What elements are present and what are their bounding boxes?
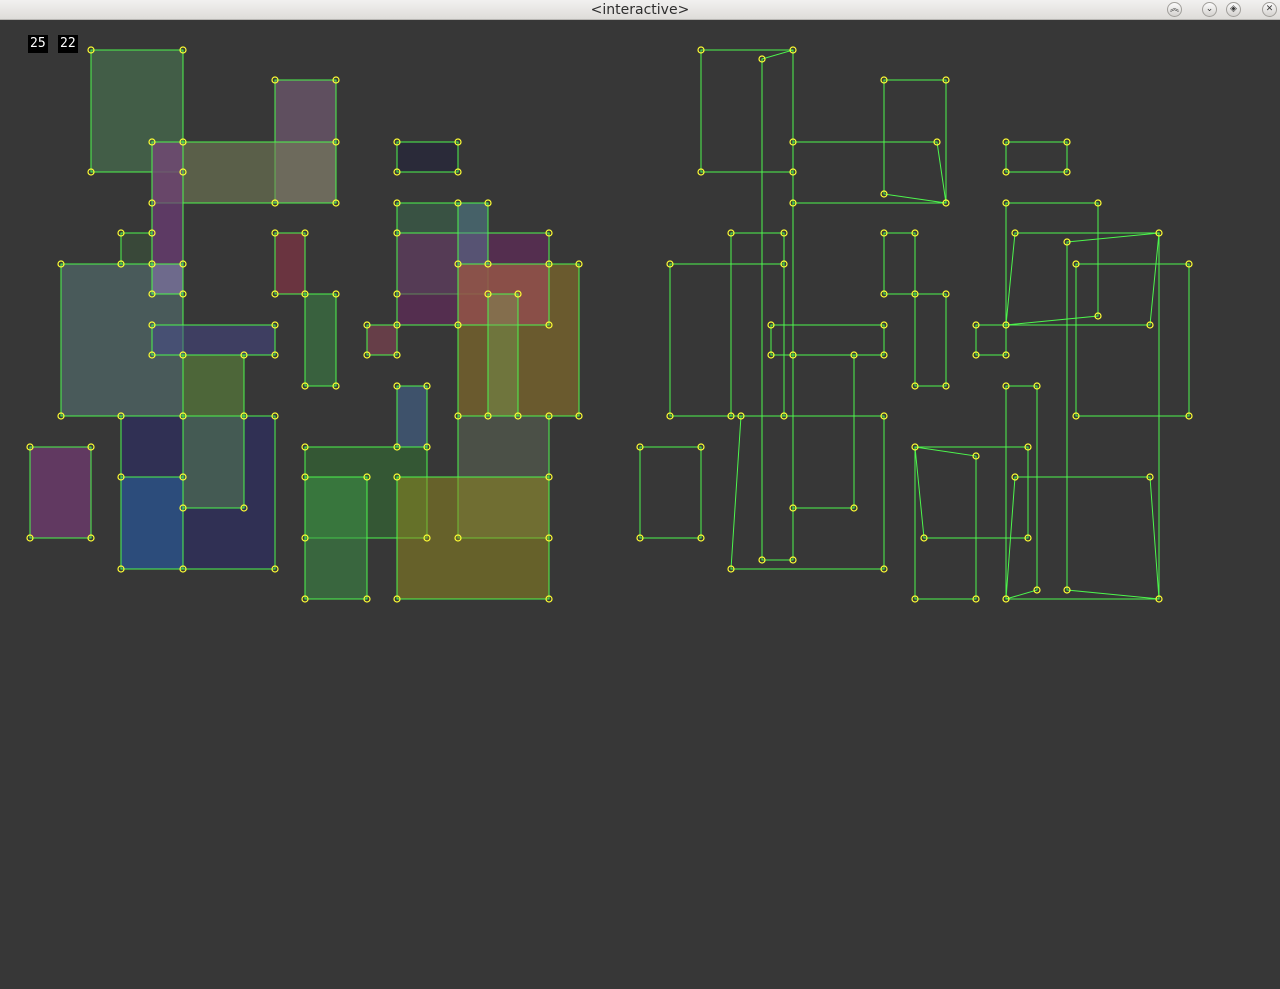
diamond-icon: ◈ <box>1230 4 1237 14</box>
drawing-canvas[interactable]: 25 22 <box>0 20 1280 989</box>
maximize-button[interactable]: ︽ <box>1167 2 1182 17</box>
outline-polygon[interactable] <box>669 263 785 417</box>
outline-polygon[interactable] <box>1005 385 1038 600</box>
filled-rectangle[interactable] <box>457 202 489 265</box>
close-button[interactable]: ✕ <box>1262 2 1277 17</box>
filled-rectangle[interactable] <box>120 476 184 570</box>
outline-polygon[interactable] <box>730 415 885 570</box>
outline-polygon[interactable] <box>1075 263 1190 417</box>
filled-rectangle[interactable] <box>396 385 428 448</box>
filled-rectangle[interactable] <box>366 324 398 356</box>
filled-rectangle[interactable] <box>29 446 92 539</box>
filled-rectangle[interactable] <box>304 476 368 600</box>
outline-polygon[interactable] <box>883 232 916 295</box>
outline-polygon[interactable] <box>639 446 702 539</box>
chevron-down-icon: ⌄ <box>1205 4 1214 14</box>
window-title: <interactive> <box>590 2 690 18</box>
filled-rectangle[interactable] <box>396 141 459 173</box>
filled-rectangle[interactable] <box>151 324 276 356</box>
outline-polygon[interactable] <box>792 141 947 204</box>
outline-polygon[interactable] <box>914 446 977 600</box>
outline-polygon[interactable] <box>914 293 947 387</box>
outline-polygon[interactable] <box>761 49 794 561</box>
close-icon: ✕ <box>1265 4 1274 14</box>
filled-rectangle[interactable] <box>120 232 153 265</box>
chevrons-up-icon: ︽ <box>1169 4 1179 14</box>
minimize-button[interactable]: ⌄ <box>1202 2 1217 17</box>
outline-polygon[interactable] <box>792 354 855 509</box>
outline-polygon[interactable] <box>1005 476 1160 600</box>
filled-rectangle[interactable] <box>182 415 245 509</box>
outline-polygon[interactable] <box>700 49 794 173</box>
outline-polygon[interactable] <box>770 324 885 356</box>
filled-rectangle[interactable] <box>304 293 337 387</box>
window-titlebar[interactable]: <interactive> ︽ ⌄ ◈ ✕ <box>0 0 1280 20</box>
filled-rectangle[interactable] <box>274 232 306 295</box>
outline-polygon[interactable] <box>1005 232 1160 326</box>
rectangle-scene[interactable] <box>0 20 1280 989</box>
filled-rectangle[interactable] <box>396 476 550 600</box>
filled-rectangle[interactable] <box>151 263 184 295</box>
outline-polygon[interactable] <box>1005 141 1068 173</box>
restore-button[interactable]: ◈ <box>1226 2 1241 17</box>
outline-polygon[interactable] <box>975 324 1007 356</box>
filled-rectangle[interactable] <box>487 293 519 417</box>
